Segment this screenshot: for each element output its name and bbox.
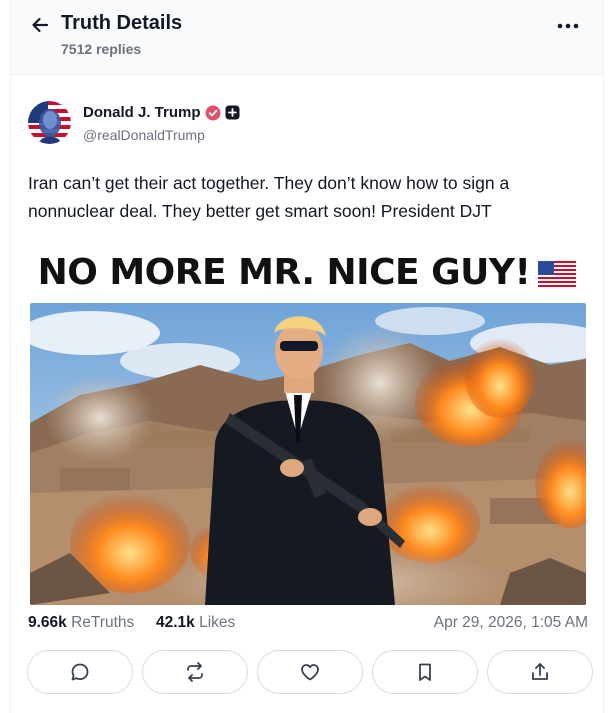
author-handle[interactable]: @realDonaldTrump — [83, 127, 205, 143]
share-button[interactable] — [487, 650, 593, 694]
reply-button[interactable] — [27, 650, 133, 694]
avatar[interactable] — [28, 101, 71, 144]
media-caption-text: NO MORE MR. NICE GUY! — [37, 252, 531, 293]
post-image[interactable] — [30, 303, 586, 605]
retruths-count: 9.66k — [28, 614, 67, 631]
action-bar — [27, 650, 593, 694]
page-title: Truth Details — [61, 12, 183, 34]
post-author: Donald J. Trump @realDonaldTrump — [28, 101, 428, 145]
post-media[interactable]: NO MORE MR. NICE GUY! — [28, 242, 586, 605]
likes-stat[interactable]: 42.1k Likes — [156, 614, 235, 632]
likes-count: 42.1k — [156, 614, 195, 631]
retruth-button[interactable] — [142, 650, 248, 694]
share-icon — [532, 663, 548, 680]
reply-icon — [71, 663, 89, 681]
media-caption: NO MORE MR. NICE GUY! — [28, 252, 586, 293]
like-button[interactable] — [257, 650, 363, 694]
reply-count: 7512 replies — [61, 41, 142, 57]
verified-badge-icon — [205, 105, 221, 120]
like-icon — [301, 664, 319, 681]
retruths-label: ReTruths — [71, 614, 135, 631]
likes-label: Likes — [199, 614, 236, 631]
retruths-stat[interactable]: 9.66k ReTruths — [28, 614, 134, 632]
ellipsis-icon — [557, 23, 579, 29]
truth-details-page: Truth Details 7512 replies Donald J. Tru… — [10, 0, 604, 713]
author-name[interactable]: Donald J. Trump — [83, 104, 201, 121]
post-text: Iran can’t get their act together. They … — [28, 173, 510, 221]
more-options-button[interactable] — [555, 16, 581, 36]
back-button[interactable] — [29, 14, 51, 36]
retruth-icon — [187, 662, 203, 682]
arrow-left-icon — [32, 17, 49, 33]
bookmark-icon — [419, 663, 431, 681]
author-name-row: Donald J. Trump — [83, 104, 240, 121]
post-stats: 9.66k ReTruths 42.1k Likes Apr 29, 2026,… — [28, 614, 588, 636]
post-date: Apr 29, 2026, 1:05 AM — [433, 614, 588, 631]
bookmark-button[interactable] — [372, 650, 478, 694]
plus-badge-icon — [225, 105, 240, 120]
header: Truth Details 7512 replies — [11, 0, 603, 75]
us-flag-icon — [538, 261, 577, 287]
